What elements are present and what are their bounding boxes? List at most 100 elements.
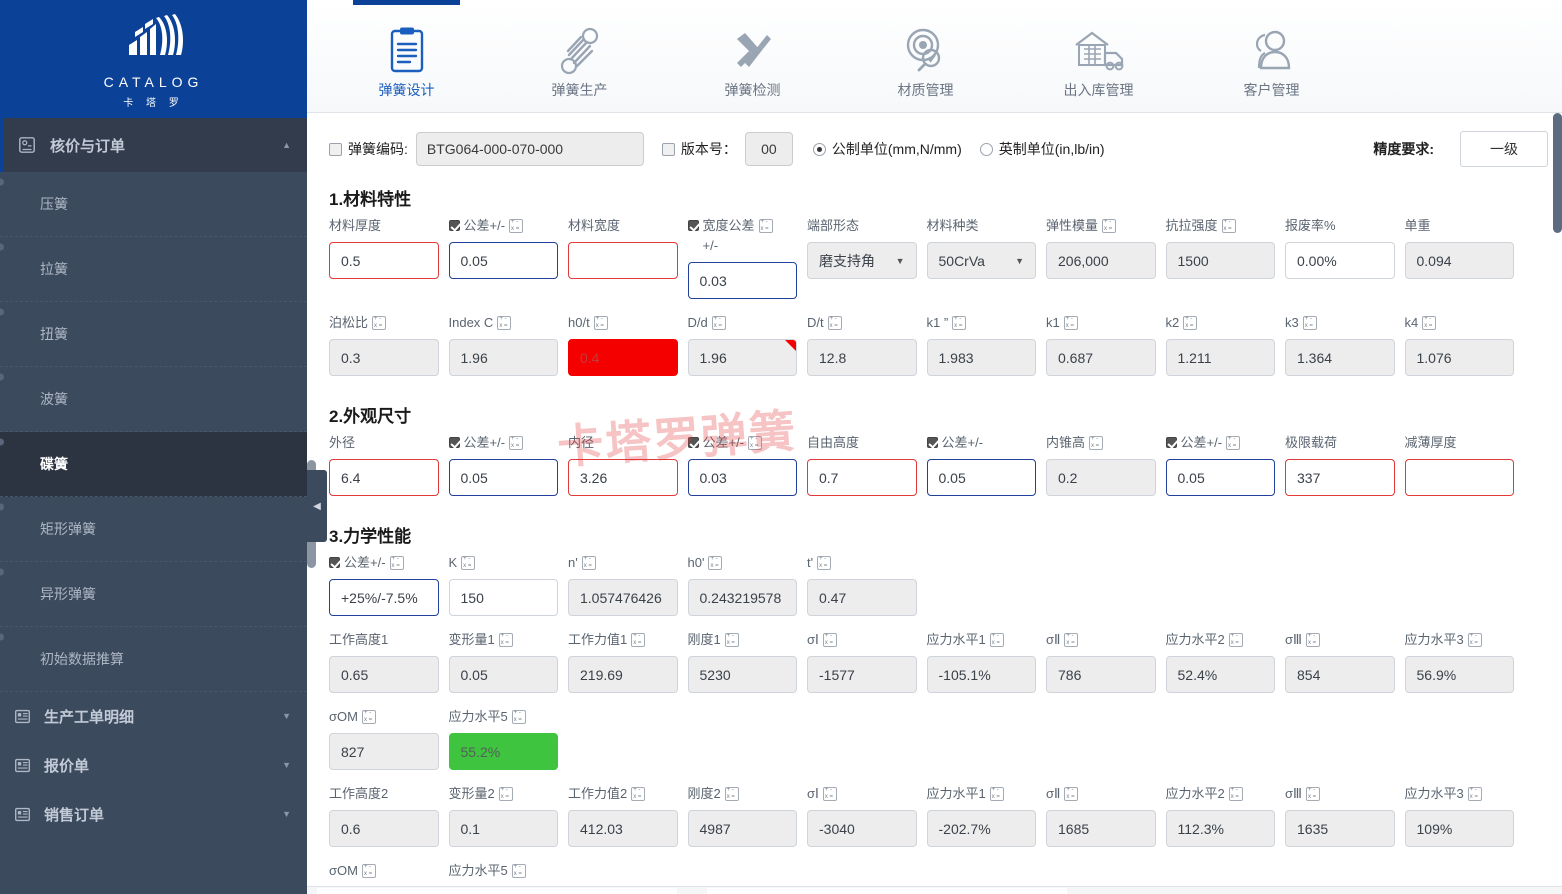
calculator-icon[interactable] — [1064, 786, 1079, 801]
sidebar-item-special-spring[interactable]: 异形弹簧 — [0, 562, 307, 627]
field-tolerance-checkbox[interactable] — [448, 437, 460, 448]
calculator-icon[interactable] — [1221, 218, 1236, 233]
field-input[interactable]: 827 — [329, 733, 439, 770]
sidebar-item-initial-data-estimate[interactable]: 初始数据推算 — [0, 627, 307, 692]
version-input[interactable]: 00 — [744, 132, 793, 166]
calculator-icon[interactable] — [511, 709, 526, 724]
field-input[interactable]: 1.96 — [687, 339, 797, 376]
calculator-icon[interactable] — [1228, 786, 1243, 801]
field-input[interactable] — [568, 242, 678, 279]
field-input[interactable]: 0.5 — [329, 242, 439, 279]
calculator-icon[interactable] — [1183, 315, 1198, 330]
sidebar-item-wave-spring[interactable]: 波簧 — [0, 367, 307, 432]
field-input[interactable]: 0.00% — [1285, 242, 1395, 279]
calculator-icon[interactable] — [822, 632, 837, 647]
field-input[interactable]: 1.211 — [1165, 339, 1275, 376]
calculator-icon[interactable] — [952, 315, 967, 330]
calculator-icon[interactable] — [989, 786, 1004, 801]
field-input[interactable]: 52.4% — [1165, 656, 1275, 693]
field-input[interactable]: 55.2% — [448, 733, 558, 770]
sidebar-group-quotation[interactable]: 报价单 ▼ — [0, 741, 307, 790]
field-tolerance-checkbox[interactable] — [329, 557, 340, 568]
field-input[interactable]: -1577 — [807, 656, 917, 693]
sidebar-item-tension-spring[interactable]: 拉簧 — [0, 237, 307, 302]
field-input[interactable]: 0.243219578 — [687, 579, 797, 616]
field-input[interactable]: 1685 — [1046, 810, 1156, 847]
field-input[interactable]: 0.05 — [926, 459, 1036, 496]
calculator-icon[interactable] — [1064, 632, 1079, 647]
calculator-icon[interactable] — [509, 218, 524, 233]
field-input[interactable]: -105.1% — [926, 656, 1036, 693]
sidebar-item-rectangular-spring[interactable]: 矩形弹簧 — [0, 497, 307, 562]
sidebar-collapse-handle[interactable]: ◀ — [307, 470, 327, 542]
calculator-icon[interactable] — [1422, 315, 1437, 330]
calculator-icon[interactable] — [758, 218, 773, 233]
field-input[interactable]: 0.03 — [687, 262, 797, 299]
calculator-icon[interactable] — [817, 555, 832, 570]
calculator-icon[interactable] — [581, 555, 596, 570]
calculator-icon[interactable] — [724, 632, 739, 647]
field-input[interactable]: 4987 — [687, 810, 797, 847]
field-input[interactable]: 0.05 — [448, 242, 558, 279]
calculator-icon[interactable] — [361, 709, 376, 724]
field-input[interactable] — [1404, 459, 1514, 496]
field-input[interactable]: -202.7% — [926, 810, 1036, 847]
field-input[interactable]: 219.69 — [568, 656, 678, 693]
field-input[interactable]: 1.076 — [1404, 339, 1514, 376]
field-input[interactable]: 109% — [1404, 810, 1514, 847]
field-input[interactable]: 1.96 — [448, 339, 558, 376]
calculator-icon[interactable] — [361, 863, 376, 878]
field-input[interactable]: 56.9% — [1404, 656, 1514, 693]
tab-warehouse-management[interactable]: 出入库管理 — [1012, 0, 1185, 113]
calculator-icon[interactable] — [498, 632, 513, 647]
field-tolerance-checkbox[interactable] — [687, 437, 699, 448]
field-tolerance-checkbox[interactable] — [687, 220, 699, 231]
spring-code-input[interactable]: BTG064-000-070-000 — [415, 132, 644, 166]
field-input[interactable]: 1.983 — [926, 339, 1036, 376]
field-input[interactable]: 1500 — [1165, 242, 1275, 279]
precision-select[interactable]: 一级 — [1460, 131, 1548, 167]
calculator-icon[interactable] — [1306, 786, 1320, 801]
calculator-icon[interactable] — [389, 555, 404, 570]
field-input[interactable]: 5230 — [687, 656, 797, 693]
field-input[interactable]: 6.4 — [329, 459, 439, 496]
field-input[interactable]: 0.4 — [568, 339, 678, 376]
calculator-icon[interactable] — [1063, 315, 1078, 330]
calculator-icon[interactable] — [1102, 218, 1117, 233]
main-vertical-scrollbar[interactable] — [1553, 113, 1562, 886]
field-input[interactable]: 3.26 — [568, 459, 678, 496]
tab-material-management[interactable]: 材质管理 — [839, 0, 1012, 113]
calculator-icon[interactable] — [509, 435, 524, 450]
field-input[interactable]: -3040 — [807, 810, 917, 847]
tab-customer-management[interactable]: 客户管理 — [1185, 0, 1358, 113]
field-select[interactable]: 50CrVa ▼ — [926, 242, 1036, 279]
calculator-icon[interactable] — [1228, 632, 1243, 647]
field-input[interactable]: 786 — [1046, 656, 1156, 693]
metric-unit-radio[interactable] — [812, 142, 826, 156]
calculator-icon[interactable] — [1306, 632, 1320, 647]
field-input[interactable]: 0.03 — [687, 459, 797, 496]
field-input[interactable]: 337 — [1285, 459, 1395, 496]
calculator-icon[interactable] — [822, 786, 837, 801]
calculator-icon[interactable] — [1302, 315, 1317, 330]
field-input[interactable]: 112.3% — [1165, 810, 1275, 847]
calculator-icon[interactable] — [1226, 435, 1241, 450]
field-input[interactable]: 1.364 — [1285, 339, 1395, 376]
calculator-icon[interactable] — [1467, 786, 1482, 801]
calculator-icon[interactable] — [631, 632, 646, 647]
field-select[interactable]: 磨支持角 ▼ — [807, 242, 917, 279]
field-input[interactable]: 0.05 — [448, 459, 558, 496]
tab-spring-inspection[interactable]: 弹簧检测 — [666, 0, 839, 113]
field-input[interactable]: 0.1 — [448, 810, 558, 847]
tab-spring-production[interactable]: 弹簧生产 — [493, 0, 666, 113]
field-tolerance-checkbox[interactable] — [926, 437, 938, 448]
calculator-icon[interactable] — [593, 315, 608, 330]
calculator-icon[interactable] — [511, 863, 526, 878]
field-input[interactable]: 1.057476426 — [568, 579, 678, 616]
calculator-icon[interactable] — [989, 632, 1004, 647]
scrollbar-thumb[interactable] — [1553, 113, 1562, 233]
calculator-icon[interactable] — [724, 786, 739, 801]
field-input[interactable]: 150 — [448, 579, 558, 616]
field-input[interactable]: 412.03 — [568, 810, 678, 847]
sidebar-group-pricing-orders[interactable]: 核价与订单 ▲ — [0, 118, 307, 172]
